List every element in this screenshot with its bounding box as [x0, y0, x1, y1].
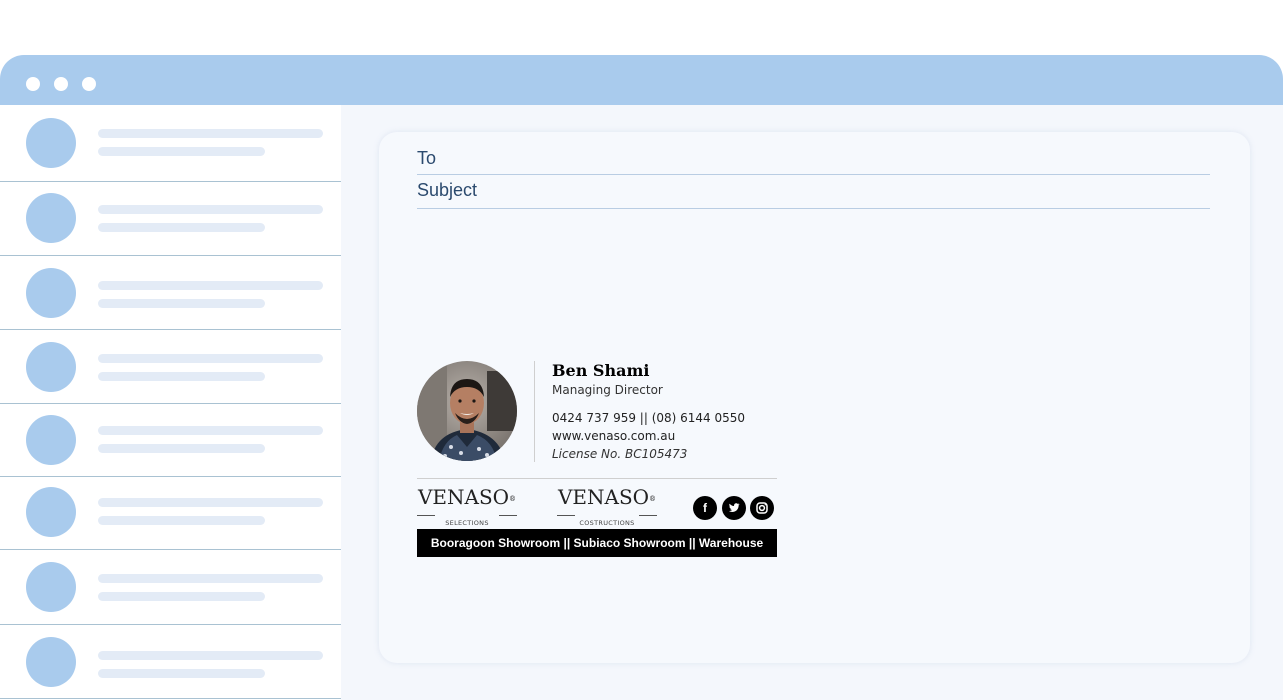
subject-field[interactable]: Subject [417, 180, 1210, 209]
text-placeholder [98, 354, 323, 363]
signature-name: Ben Shami [552, 361, 650, 380]
signature-license: License No. BC105473 [552, 447, 688, 461]
list-item[interactable] [0, 404, 341, 477]
logo-subtitle: SELECTIONS [445, 519, 489, 527]
signature-website[interactable]: www.venaso.com.au [552, 429, 675, 443]
text-placeholder [98, 444, 265, 453]
locations-banner[interactable]: Booragoon Showroom || Subiaco Showroom |… [417, 529, 777, 557]
text-placeholder [98, 147, 265, 156]
list-item[interactable] [0, 105, 341, 182]
avatar-placeholder [26, 342, 76, 392]
registered-mark: ® [509, 495, 517, 503]
venaso-constructions-logo[interactable]: VENASO® COSTRUCTIONS [557, 485, 657, 527]
avatar-placeholder [26, 637, 76, 687]
registered-mark: ® [649, 495, 657, 503]
window-dot-icon[interactable] [82, 77, 96, 91]
avatar-placeholder [26, 487, 76, 537]
text-placeholder [98, 281, 323, 290]
list-item[interactable] [0, 625, 341, 699]
window-dot-icon[interactable] [54, 77, 68, 91]
text-placeholder [98, 426, 323, 435]
text-placeholder [98, 372, 265, 381]
text-placeholder [98, 498, 323, 507]
signature-divider [534, 361, 535, 462]
list-item[interactable] [0, 256, 341, 330]
subject-label: Subject [417, 180, 478, 200]
logo-wordmark: VENASO [557, 485, 650, 509]
window-dot-icon[interactable] [26, 77, 40, 91]
title-bar [0, 55, 1283, 105]
twitter-icon[interactable] [722, 496, 746, 520]
text-placeholder [98, 223, 265, 232]
list-item[interactable] [0, 182, 341, 256]
text-placeholder [98, 516, 265, 525]
logo-subtitle: COSTRUCTIONS [579, 519, 635, 527]
text-placeholder [98, 574, 323, 583]
avatar-placeholder [26, 268, 76, 318]
list-item[interactable] [0, 477, 341, 550]
compose-panel: To Subject Ben Shami Managing Director 0… [379, 132, 1250, 663]
email-client-window: To Subject Ben Shami Managing Director 0… [0, 55, 1283, 700]
list-item[interactable] [0, 330, 341, 404]
venaso-selections-logo[interactable]: VENASO® SELECTIONS [417, 485, 517, 527]
text-placeholder [98, 592, 265, 601]
signature-phone: 0424 737 959 || (08) 6144 0550 [552, 411, 746, 425]
signature-rule [417, 478, 777, 479]
avatar-placeholder [26, 562, 76, 612]
signature-title: Managing Director [552, 383, 663, 397]
text-placeholder [98, 299, 265, 308]
instagram-icon[interactable] [750, 496, 774, 520]
avatar-placeholder [26, 415, 76, 465]
text-placeholder [98, 129, 323, 138]
to-field[interactable]: To [417, 148, 1210, 175]
text-placeholder [98, 205, 323, 214]
inbox-list [0, 105, 341, 700]
to-label: To [417, 148, 437, 168]
facebook-icon[interactable]: f [693, 496, 717, 520]
list-item[interactable] [0, 550, 341, 625]
profile-photo [417, 361, 517, 461]
logo-wordmark: VENASO [417, 485, 510, 509]
avatar-placeholder [26, 193, 76, 243]
avatar-placeholder [26, 118, 76, 168]
text-placeholder [98, 669, 265, 678]
text-placeholder [98, 651, 323, 660]
